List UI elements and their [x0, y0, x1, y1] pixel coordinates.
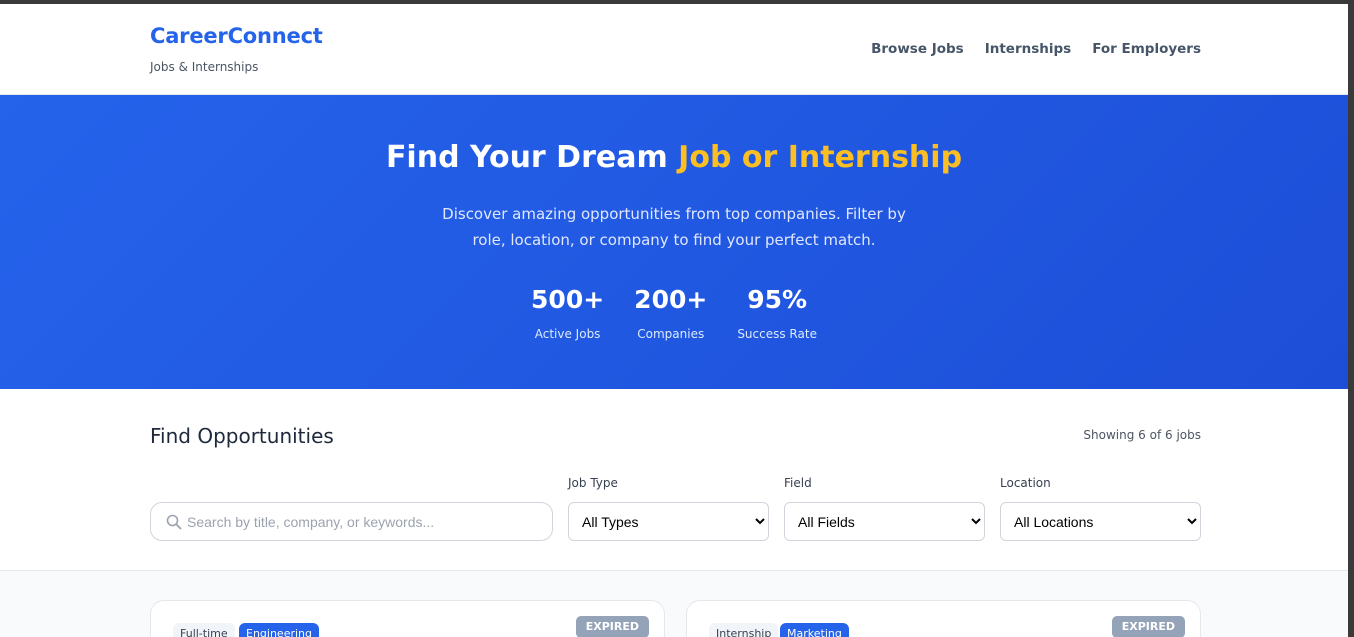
- hero-section: Find Your Dream Job or Internship Discov…: [0, 95, 1348, 389]
- stat-companies: 200+ Companies: [634, 285, 707, 341]
- job-cards: Full-time Engineering EXPIRED Internship…: [0, 571, 1348, 637]
- filter-location: Location All Locations: [1000, 476, 1201, 541]
- job-card[interactable]: Full-time Engineering EXPIRED: [150, 600, 665, 637]
- stat-value: 95%: [747, 285, 808, 314]
- window-right-border: [1348, 0, 1354, 637]
- filters-section: Find Opportunities Showing 6 of 6 jobs J…: [0, 389, 1348, 571]
- filter-location-label: Location: [1000, 476, 1051, 490]
- hero-stats: 500+ Active Jobs 200+ Companies 95% Succ…: [0, 285, 1348, 341]
- hero-title: Find Your Dream Job or Internship: [0, 140, 1348, 175]
- filter-field: Field All Fields: [784, 476, 985, 541]
- filter-job-type: Job Type All Types: [568, 476, 769, 541]
- hero-description: Discover amazing opportunities from top …: [442, 205, 906, 249]
- expired-badge: EXPIRED: [1111, 616, 1185, 637]
- site-header: CareerConnect Jobs & Internships Browse …: [0, 4, 1348, 95]
- expired-badge: EXPIRED: [575, 616, 649, 637]
- job-card[interactable]: Internship Marketing EXPIRED: [686, 600, 1201, 637]
- hero-title-accent: Job or Internship: [678, 140, 963, 175]
- nav-for-employers[interactable]: For Employers: [1092, 41, 1201, 57]
- job-field-tag: Marketing: [780, 623, 849, 637]
- stat-value: 500+: [531, 285, 605, 314]
- brand-tagline: Jobs & Internships: [150, 60, 259, 74]
- stat-label: Success Rate: [737, 327, 817, 341]
- results-count: Showing 6 of 6 jobs: [1083, 428, 1201, 442]
- job-type-tag: Full-time: [173, 623, 235, 637]
- brand-logo[interactable]: CareerConnect: [150, 24, 323, 48]
- nav-browse-jobs[interactable]: Browse Jobs: [871, 41, 964, 57]
- nav-internships[interactable]: Internships: [985, 41, 1071, 57]
- job-type-tag: Internship: [709, 623, 779, 637]
- stat-value: 200+: [634, 285, 708, 314]
- stat-label: Active Jobs: [534, 327, 601, 341]
- filters-heading: Find Opportunities: [150, 424, 334, 448]
- search-box: [150, 502, 553, 541]
- stat-label: Companies: [637, 327, 705, 341]
- search-icon: [166, 514, 182, 530]
- filter-job-type-label: Job Type: [568, 476, 618, 490]
- main-nav: Browse Jobs Internships For Employers: [871, 41, 1201, 57]
- field-select[interactable]: All Fields: [784, 502, 985, 541]
- filter-field-label: Field: [784, 476, 812, 490]
- hero-title-main: Find Your Dream: [385, 140, 679, 175]
- job-field-tag: Engineering: [239, 623, 319, 637]
- search-input[interactable]: [187, 503, 547, 540]
- brand: CareerConnect Jobs & Internships: [150, 24, 323, 74]
- stat-active-jobs: 500+ Active Jobs: [531, 285, 604, 341]
- job-type-select[interactable]: All Types: [568, 502, 769, 541]
- location-select[interactable]: All Locations: [1000, 502, 1201, 541]
- stat-success-rate: 95% Success Rate: [737, 285, 817, 341]
